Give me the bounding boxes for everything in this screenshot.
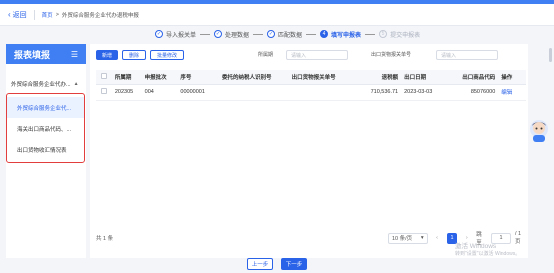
cell-period: 202305 bbox=[111, 84, 142, 101]
period-input[interactable]: 请输入 bbox=[286, 50, 348, 60]
sidebar-item-label: 外贸综合服务企业代... bbox=[17, 105, 72, 112]
chevron-down-icon: ▾ bbox=[420, 235, 424, 241]
cell-taxpayer-id bbox=[219, 84, 289, 101]
cell-batch: 004 bbox=[141, 84, 178, 101]
step-process: ✓ 处理数据 bbox=[214, 30, 267, 39]
next-step-button[interactable]: 下一步 bbox=[281, 258, 307, 270]
row-checkbox[interactable] bbox=[96, 84, 112, 101]
col-export-date: 出口日期 bbox=[401, 70, 441, 85]
sidebar-item-customs-code[interactable]: 海关出口商品代码、... bbox=[7, 118, 84, 139]
total-count: 共 1 条 bbox=[96, 236, 114, 242]
step-connector bbox=[253, 33, 264, 35]
data-table: 所属期 申报批次 序号 委托的纳税人识别号 出口货物报关单号 退税额 出口日期 … bbox=[96, 70, 526, 101]
back-label: 返回 bbox=[12, 11, 27, 19]
step-label: 导入报关单 bbox=[166, 32, 197, 39]
back-button[interactable]: ‹ 返回 bbox=[8, 10, 27, 20]
assistant-avatar-icon[interactable] bbox=[528, 118, 550, 144]
main-panel: 新增 删除 批量修改 所属期 请输入 出口货物报关单号 请输入 所属期 申报批次… bbox=[90, 44, 528, 258]
sidebar-item-label: 出口货物收汇情况表 bbox=[17, 147, 67, 154]
step-number: 5 bbox=[379, 30, 388, 38]
col-decl-no: 出口货物报关单号 bbox=[288, 70, 368, 85]
cell-goods-code: 85076000 bbox=[440, 84, 499, 101]
page-header: ‹ 返回 首页 > 外贸综合服务企业代办退税申报 bbox=[0, 4, 554, 26]
step-match: ✓ 匹配数据 bbox=[267, 30, 320, 39]
select-all-checkbox[interactable] bbox=[96, 70, 112, 85]
toolbar: 新增 删除 批量修改 bbox=[96, 50, 185, 60]
sidebar-group[interactable]: 外贸综合服务企业代办... ▲ bbox=[6, 80, 86, 88]
step-number: 4 bbox=[320, 30, 329, 38]
sidebar-item-forex-receipt[interactable]: 出口货物收汇情况表 bbox=[7, 139, 84, 160]
page-current[interactable]: 1 bbox=[446, 232, 458, 244]
watermark-line1: 激活 Windows bbox=[455, 243, 497, 250]
step-connector bbox=[200, 33, 211, 35]
step-check-icon: ✓ bbox=[214, 30, 223, 38]
cell-decl-no bbox=[288, 84, 368, 101]
windows-activation-watermark: 激活 Windows 转到"设置"以激活 Windows。 bbox=[455, 243, 520, 257]
cell-seq: 00000001 bbox=[177, 84, 220, 101]
breadcrumb-separator: > bbox=[55, 11, 59, 18]
col-goods-code: 出口商品代码 bbox=[440, 70, 499, 85]
decl-no-input[interactable]: 请输入 bbox=[436, 50, 498, 60]
chevron-up-icon: ▲ bbox=[73, 81, 79, 87]
period-filter-label: 所属期 bbox=[258, 52, 274, 58]
sidebar-title: 报表填报 bbox=[14, 49, 51, 60]
progress-steps: ✓ 导入报关单 ✓ 处理数据 ✓ 匹配数据 4 填写申报表 5 提交申报表 bbox=[155, 27, 420, 41]
col-batch: 申报批次 bbox=[141, 70, 178, 85]
col-refund: 退税额 bbox=[367, 70, 402, 85]
sidebar-item-comprehensive-service[interactable]: 外贸综合服务企业代... bbox=[7, 97, 84, 118]
menu-icon[interactable]: ☰ bbox=[71, 50, 78, 59]
col-period: 所属期 bbox=[111, 70, 142, 85]
step-submit-report: 5 提交申报表 bbox=[379, 30, 420, 39]
step-import: ✓ 导入报关单 bbox=[155, 30, 214, 39]
step-connector bbox=[365, 33, 376, 35]
prev-page-icon[interactable]: ‹ bbox=[432, 233, 443, 244]
page-size-select[interactable]: 10 条/页 ▾ bbox=[388, 232, 428, 244]
page-size-value: 10 条/页 bbox=[392, 236, 413, 242]
batch-edit-button[interactable]: 批量修改 bbox=[150, 50, 185, 60]
decl-no-filter-label: 出口货物报关单号 bbox=[371, 52, 412, 58]
cell-action: 编辑 bbox=[498, 84, 526, 101]
step-label: 填写申报表 bbox=[331, 32, 362, 39]
goto-page-input[interactable]: 1 bbox=[491, 232, 511, 244]
bottom-nav: 上一步 下一步 bbox=[0, 258, 554, 273]
table-row: 202305 004 00000001 710,536.71 2023-03-0… bbox=[96, 84, 526, 101]
step-fill-report: 4 填写申报表 bbox=[320, 30, 379, 39]
step-connector bbox=[306, 33, 317, 35]
step-check-icon: ✓ bbox=[155, 30, 163, 38]
sidebar: 报表填报 ☰ 外贸综合服务企业代办... ▲ 外贸综合服务企业代... 海关出口… bbox=[6, 44, 86, 258]
sidebar-highlight-box: 外贸综合服务企业代... 海关出口商品代码、... 出口货物收汇情况表 bbox=[6, 93, 85, 163]
col-seq: 序号 bbox=[177, 70, 220, 85]
col-taxpayer-id: 委托的纳税人识别号 bbox=[219, 70, 289, 85]
col-action: 操作 bbox=[498, 70, 526, 85]
sidebar-header: 报表填报 ☰ bbox=[6, 44, 86, 64]
sidebar-group-label: 外贸综合服务企业代办... bbox=[11, 82, 71, 88]
edit-link[interactable]: 编辑 bbox=[501, 90, 512, 96]
cell-export-date: 2023-03-03 bbox=[401, 84, 441, 101]
next-page-icon[interactable]: › bbox=[461, 233, 472, 244]
step-label: 处理数据 bbox=[225, 32, 250, 39]
delete-button[interactable]: 删除 bbox=[122, 50, 147, 60]
header-divider bbox=[33, 9, 35, 20]
back-arrow-icon: ‹ bbox=[8, 10, 11, 19]
step-label: 提交申报表 bbox=[390, 32, 421, 39]
prev-step-button[interactable]: 上一步 bbox=[247, 258, 273, 270]
table-header-row: 所属期 申报批次 序号 委托的纳税人识别号 出口货物报关单号 退税额 出口日期 … bbox=[96, 70, 526, 85]
add-button[interactable]: 新增 bbox=[96, 50, 119, 60]
step-check-icon: ✓ bbox=[267, 30, 276, 38]
breadcrumb-home[interactable]: 首页 bbox=[42, 11, 53, 19]
scrollbar-thumb[interactable] bbox=[549, 48, 552, 62]
sidebar-item-label: 海关出口商品代码、... bbox=[17, 126, 72, 133]
step-label: 匹配数据 bbox=[278, 32, 303, 39]
breadcrumb: 首页 > 外贸综合服务企业代办退税申报 bbox=[42, 11, 139, 19]
breadcrumb-current: 外贸综合服务企业代办退税申报 bbox=[61, 12, 139, 19]
watermark-line2: 转到"设置"以激活 Windows。 bbox=[455, 250, 521, 257]
cell-refund: 710,536.71 bbox=[367, 84, 402, 101]
